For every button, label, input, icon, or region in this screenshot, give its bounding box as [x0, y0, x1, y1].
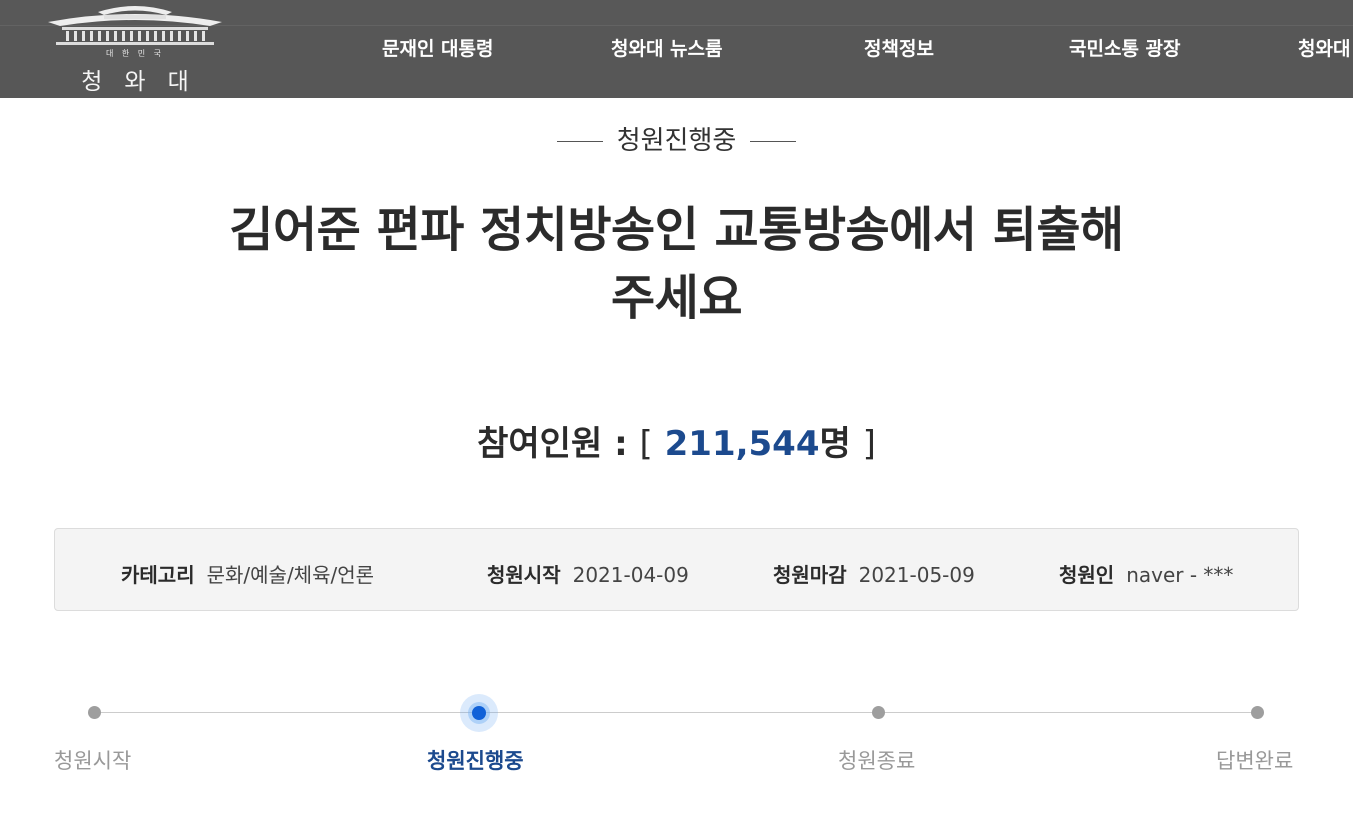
progress-track	[95, 712, 1258, 713]
cheongwadae-logo[interactable]: 대 한 민 국 청와대	[38, 0, 232, 98]
petition-title-line-2: 주세요	[611, 270, 742, 326]
logo-subtitle: 대 한 민 국	[105, 49, 165, 58]
participant-count-number: 211,544	[664, 424, 820, 464]
petition-status-heading: 청원진행중	[0, 120, 1353, 157]
info-petitioner: 청원인 naver - ***	[1059, 559, 1233, 588]
participant-count-unit: 명	[819, 424, 851, 464]
nav-clip: 대 한 민 국 청와대 문재인 대통령 청와대 뉴스룸 정책정보 국민소통 광장…	[0, 0, 1353, 98]
participant-count: 참여인원 : [ 211,544명 ]	[0, 416, 1353, 465]
info-end-date-label: 청원마감	[773, 563, 847, 587]
progress-dot-in-progress	[460, 694, 498, 732]
progress-dot-start	[88, 706, 101, 719]
info-category-label: 카테고리	[121, 563, 195, 587]
nav-item-president[interactable]: 문재인 대통령	[382, 34, 494, 61]
open-bracket: [	[639, 424, 653, 464]
nav-item-policy[interactable]: 정책정보	[864, 34, 934, 61]
heading-divider-left	[556, 141, 603, 142]
info-petitioner-value: naver - ***	[1126, 563, 1234, 587]
heading-divider-right	[750, 141, 797, 142]
nav-item-newsroom[interactable]: 청와대 뉴스룸	[611, 34, 723, 61]
petition-title: 김어준 편파 정치방송인 교통방송에서 퇴출해 주세요	[100, 196, 1253, 332]
progress-dot-answered	[1251, 706, 1264, 719]
info-category-value: 문화/예술/체육/언론	[206, 563, 375, 587]
close-bracket: ]	[862, 424, 876, 464]
info-start-date: 청원시작 2021-04-09	[487, 559, 689, 588]
progress-step-start: 청원시작	[54, 749, 132, 773]
petition-title-line-1: 김어준 편파 정치방송인 교통방송에서 퇴출해	[229, 202, 1124, 258]
info-petitioner-label: 청원인	[1059, 563, 1115, 587]
info-category: 카테고리 문화/예술/체육/언론	[121, 559, 374, 588]
top-navigation-bar: 대 한 민 국 청와대 문재인 대통령 청와대 뉴스룸 정책정보 국민소통 광장…	[0, 0, 1353, 98]
blue-house-building-icon	[48, 6, 222, 45]
nav-item-cheongwadae[interactable]: 청와대	[1298, 34, 1350, 61]
petition-info-box: 카테고리 문화/예술/체육/언론 청원시작 2021-04-09 청원마감 2021-…	[54, 528, 1299, 611]
info-end-date: 청원마감 2021-05-09	[773, 559, 975, 588]
participant-count-label: 참여인원 :	[477, 424, 628, 464]
progress-step-closed: 청원종료	[838, 749, 916, 773]
progress-step-answered: 답변완료	[1216, 749, 1294, 773]
info-start-date-label: 청원시작	[487, 563, 561, 587]
status-heading-text: 청원진행중	[616, 126, 737, 156]
logo-name: 청와대	[81, 69, 211, 95]
info-start-date-value: 2021-04-09	[572, 563, 689, 587]
info-end-date-value: 2021-05-09	[858, 563, 975, 587]
progress-step-in-progress: 청원진행중	[427, 749, 524, 773]
progress-dot-closed	[872, 706, 885, 719]
nav-item-communication[interactable]: 국민소통 광장	[1069, 34, 1181, 61]
